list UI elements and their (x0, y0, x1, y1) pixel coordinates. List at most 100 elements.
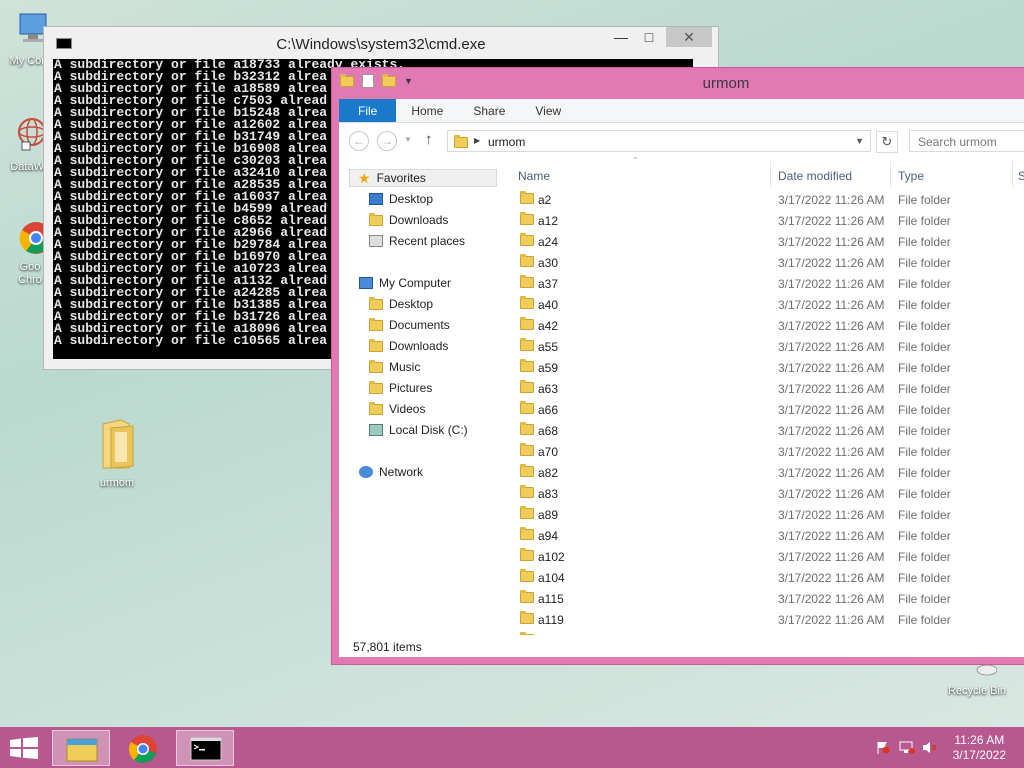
list-item[interactable]: a37 3/17/2022 11:26 AM File folder (514, 273, 1024, 294)
nav-fav-recent-places[interactable]: Recent places (369, 232, 465, 250)
nav-my-computer[interactable]: My Computer (359, 274, 451, 292)
system-clock[interactable]: 11:26 AM 3/17/2022 (953, 733, 1006, 763)
explorer-window[interactable]: ▼ urmom File Home Share View ← → ▼ ↑ ▶ u… (331, 67, 1024, 665)
nav-network[interactable]: Network (359, 463, 423, 481)
explorer-titlebar[interactable]: ▼ urmom (332, 68, 1024, 99)
item-type: File folder (898, 298, 951, 312)
minimize-button[interactable]: — (608, 27, 634, 47)
breadcrumb[interactable]: urmom (488, 135, 525, 149)
status-item-count: 57,801 items (353, 640, 422, 654)
nav-comp-desktop[interactable]: Desktop (369, 295, 433, 313)
desktop-icon-urmom-folder[interactable]: urmom (87, 418, 147, 489)
item-type: File folder (898, 235, 951, 249)
nav-comp-videos[interactable]: Videos (369, 400, 425, 418)
list-item[interactable]: a59 3/17/2022 11:26 AM File folder (514, 357, 1024, 378)
tab-view[interactable]: View (520, 99, 576, 122)
item-type: File folder (898, 487, 951, 501)
item-type: File folder (898, 319, 951, 333)
column-header-size[interactable]: S (1018, 169, 1024, 183)
list-item[interactable]: a83 3/17/2022 11:26 AM File folder (514, 483, 1024, 504)
item-date-modified: 3/17/2022 11:26 AM (778, 424, 885, 438)
nav-fav-desktop[interactable]: Desktop (369, 190, 433, 208)
explorer-content: File Home Share View ← → ▼ ↑ ▶ urmom ▼ ↻… (339, 99, 1024, 657)
item-name: a55 (538, 340, 559, 354)
up-arrow-icon[interactable]: ↑ (425, 131, 433, 148)
taskbar-cmd[interactable] (176, 730, 234, 766)
close-button[interactable]: ✕ (666, 27, 712, 47)
start-button[interactable] (10, 737, 38, 759)
videos-icon (369, 401, 383, 415)
network-status-icon[interactable] (899, 741, 915, 754)
taskbar-file-explorer[interactable] (52, 730, 110, 766)
nav-fav-downloads[interactable]: Downloads (369, 211, 448, 229)
column-header-type[interactable]: Type (898, 169, 924, 183)
item-type: File folder (898, 613, 951, 627)
refresh-icon[interactable]: ↻ (876, 131, 898, 153)
item-type: File folder (898, 529, 951, 543)
column-header-date-modified[interactable]: Date modified (778, 169, 852, 183)
folder-icon (520, 359, 534, 372)
tab-share[interactable]: Share (458, 99, 520, 122)
address-dropdown-icon[interactable]: ▼ (855, 136, 864, 146)
list-item[interactable]: a24 3/17/2022 11:26 AM File folder (514, 231, 1024, 252)
column-separator (770, 161, 771, 187)
cmd-titlebar[interactable]: C:\Windows\system32\cmd.exe — □ ✕ (44, 27, 718, 59)
downloads-icon (369, 338, 383, 352)
folder-icon (520, 317, 534, 330)
nav-comp-pictures[interactable]: Pictures (369, 379, 432, 397)
list-item[interactable]: a102 3/17/2022 11:26 AM File folder (514, 546, 1024, 567)
folder-icon (520, 275, 534, 288)
file-list[interactable]: ˆ Name Date modified Type S a2 3/17/2022 … (514, 157, 1024, 635)
list-item[interactable]: a66 3/17/2022 11:26 AM File folder (514, 399, 1024, 420)
list-item[interactable]: a104 3/17/2022 11:26 AM File folder (514, 567, 1024, 588)
item-name: a12 (538, 214, 559, 228)
item-type: File folder (898, 214, 951, 228)
list-item[interactable]: a70 3/17/2022 11:26 AM File folder (514, 441, 1024, 462)
list-item[interactable]: a119 3/17/2022 11:26 AM File folder (514, 609, 1024, 630)
list-item[interactable]: a89 3/17/2022 11:26 AM File folder (514, 504, 1024, 525)
item-date-modified: 3/17/2022 11:26 AM (778, 193, 885, 207)
column-separator (890, 161, 891, 187)
item-name: a40 (538, 298, 559, 312)
taskbar: 11:26 AM 3/17/2022 (0, 727, 1024, 768)
list-item[interactable]: a115 3/17/2022 11:26 AM File folder (514, 588, 1024, 609)
tab-file[interactable]: File (339, 99, 397, 122)
maximize-button[interactable]: □ (636, 27, 662, 47)
folder-icon (520, 338, 534, 351)
list-item[interactable]: a68 3/17/2022 11:26 AM File folder (514, 420, 1024, 441)
list-item[interactable]: a12 3/17/2022 11:26 AM File folder (514, 210, 1024, 231)
recent-locations-icon[interactable]: ▼ (404, 135, 412, 144)
nav-comp-downloads[interactable]: Downloads (369, 337, 448, 355)
list-item[interactable]: a94 3/17/2022 11:26 AM File folder (514, 525, 1024, 546)
search-input[interactable]: Search urmom (909, 130, 1024, 152)
tab-home[interactable]: Home (396, 99, 458, 122)
list-item-partial[interactable] (514, 630, 1024, 635)
item-date-modified: 3/17/2022 11:26 AM (778, 550, 885, 564)
list-item[interactable]: a63 3/17/2022 11:26 AM File folder (514, 378, 1024, 399)
back-button[interactable]: ← (349, 131, 369, 151)
folder-icon (520, 632, 534, 635)
nav-comp-local-disk[interactable]: Local Disk (C:) (369, 421, 468, 439)
list-item[interactable]: a40 3/17/2022 11:26 AM File folder (514, 294, 1024, 315)
forward-button[interactable]: → (377, 131, 397, 151)
documents-icon (369, 317, 383, 331)
desktop-icon-recycle-bin[interactable]: Recycle Bin (944, 660, 1010, 697)
list-item[interactable]: a82 3/17/2022 11:26 AM File folder (514, 462, 1024, 483)
volume-muted-icon[interactable] (922, 741, 937, 754)
column-header-name[interactable]: Name (518, 169, 550, 183)
list-item[interactable]: a42 3/17/2022 11:26 AM File folder (514, 315, 1024, 336)
action-center-flag-icon[interactable] (876, 741, 890, 754)
item-name: a104 (538, 571, 565, 585)
address-bar[interactable]: ▶ urmom ▼ (447, 130, 871, 152)
nav-label: Videos (389, 402, 426, 416)
item-name: a63 (538, 382, 559, 396)
item-name: a115 (538, 592, 564, 606)
taskbar-chrome[interactable] (114, 730, 172, 766)
nav-comp-music[interactable]: Music (369, 358, 420, 376)
list-item[interactable]: a30 3/17/2022 11:26 AM File folder (514, 252, 1024, 273)
nav-label: Desktop (389, 192, 434, 206)
nav-comp-documents[interactable]: Documents (369, 316, 450, 334)
list-item[interactable]: a55 3/17/2022 11:26 AM File folder (514, 336, 1024, 357)
list-item[interactable]: a2 3/17/2022 11:26 AM File folder (514, 189, 1024, 210)
nav-favorites[interactable]: ★ Favorites (349, 169, 497, 187)
